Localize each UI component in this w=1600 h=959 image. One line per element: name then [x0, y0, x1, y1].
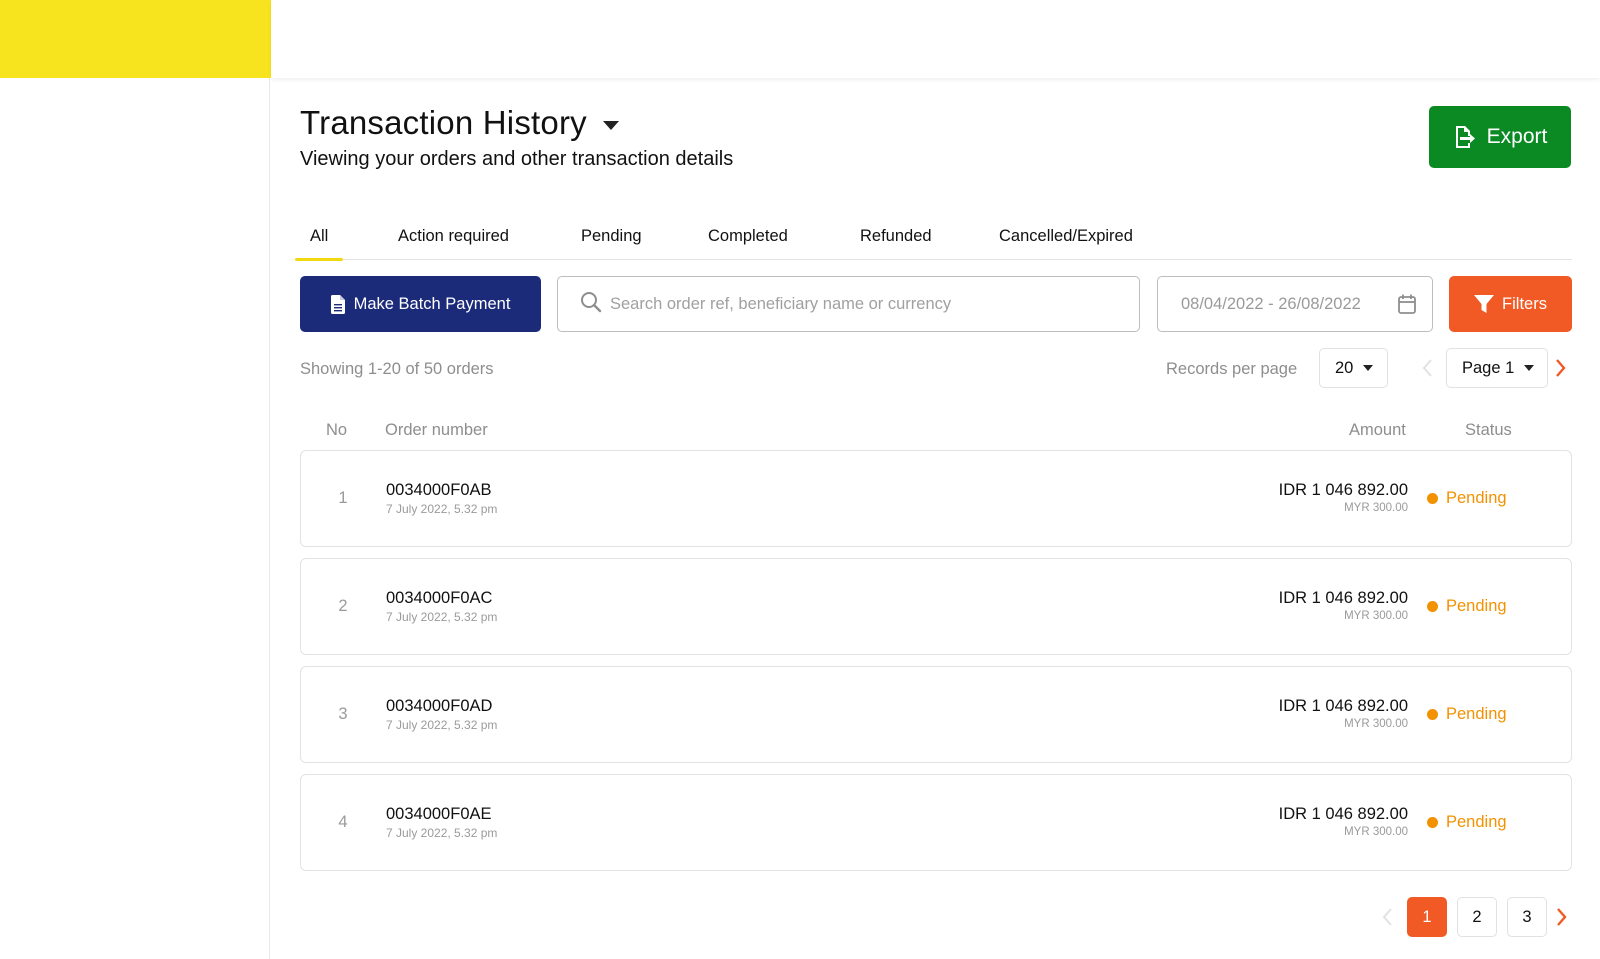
records-per-page-value: 20: [1335, 358, 1354, 377]
amount: IDR 1 046 892.00: [1278, 697, 1408, 715]
chevron-left-icon[interactable]: [1421, 358, 1433, 383]
order-date: 7 July 2022, 5.32 pm: [386, 718, 498, 732]
amount-secondary: MYR 300.00: [1344, 610, 1408, 622]
status-dot-icon: [1427, 817, 1438, 828]
filters-label: Filters: [1502, 294, 1547, 313]
tab-completed[interactable]: Completed: [708, 219, 788, 260]
status-dot-icon: [1427, 601, 1438, 612]
page-title: Transaction History: [300, 104, 587, 141]
column-header-order-number: Order number: [385, 421, 488, 439]
amount-secondary: MYR 300.00: [1344, 502, 1408, 514]
chevron-down-icon: [1524, 365, 1535, 371]
table-row[interactable]: 3 0034000F0AD 7 July 2022, 5.32 pm IDR 1…: [300, 666, 1572, 763]
showing-count: Showing 1-20 of 50 orders: [300, 360, 494, 378]
page-subtitle: Viewing your orders and other transactio…: [300, 148, 734, 170]
brand-logo-block[interactable]: [0, 0, 271, 78]
tab-refunded[interactable]: Refunded: [860, 219, 932, 260]
chevron-right-icon[interactable]: [1555, 358, 1567, 383]
pagination-page-2[interactable]: 2: [1457, 897, 1497, 937]
pagination-page-3[interactable]: 3: [1507, 897, 1547, 937]
chevron-left-icon[interactable]: [1381, 907, 1393, 932]
order-number: 0034000F0AC: [386, 589, 493, 607]
status-label: Pending: [1446, 489, 1507, 507]
amount-secondary: MYR 300.00: [1344, 826, 1408, 838]
tab-all[interactable]: All: [294, 219, 344, 261]
status-dot-icon: [1427, 709, 1438, 720]
order-date: 7 July 2022, 5.32 pm: [386, 610, 498, 624]
make-batch-payment-button[interactable]: Make Batch Payment: [300, 276, 541, 332]
row-number: 2: [338, 597, 348, 615]
status-badge: Pending: [1427, 813, 1507, 832]
document-icon: [330, 294, 345, 314]
title-row: Transaction History: [300, 104, 619, 142]
row-number: 4: [338, 813, 348, 831]
column-header-status: Status: [1465, 421, 1512, 439]
tab-pending[interactable]: Pending: [581, 219, 642, 260]
amount: IDR 1 046 892.00: [1278, 481, 1408, 499]
status-tabs: All Action required Pending Completed Re…: [294, 219, 1572, 261]
chevron-down-icon: [1363, 365, 1374, 371]
batch-payment-label: Make Batch Payment: [353, 294, 511, 313]
calendar-icon: [1398, 294, 1416, 319]
filters-button[interactable]: Filters: [1449, 276, 1572, 332]
export-button[interactable]: Export: [1429, 106, 1571, 168]
status-badge: Pending: [1427, 705, 1507, 724]
sidebar: [0, 0, 271, 959]
status-label: Pending: [1446, 597, 1507, 615]
amount: IDR 1 046 892.00: [1278, 805, 1408, 823]
row-number: 3: [338, 705, 348, 723]
records-per-page-select[interactable]: 20: [1319, 348, 1388, 388]
amount-secondary: MYR 300.00: [1344, 718, 1408, 730]
order-number: 0034000F0AB: [386, 481, 492, 499]
column-header-amount: Amount: [1349, 421, 1406, 439]
amount: IDR 1 046 892.00: [1278, 589, 1408, 607]
page-select-value: Page 1: [1462, 358, 1515, 377]
search-box[interactable]: [557, 276, 1140, 332]
table-row[interactable]: 4 0034000F0AE 7 July 2022, 5.32 pm IDR 1…: [300, 774, 1572, 871]
status-badge: Pending: [1427, 489, 1507, 508]
order-number: 0034000F0AD: [386, 697, 493, 715]
page-select[interactable]: Page 1: [1446, 348, 1548, 388]
date-range-value: 08/04/2022 - 26/08/2022: [1181, 294, 1361, 313]
table-row[interactable]: 1 0034000F0AB 7 July 2022, 5.32 pm IDR 1…: [300, 450, 1572, 547]
status-badge: Pending: [1427, 597, 1507, 616]
status-dot-icon: [1427, 493, 1438, 504]
top-bar: [271, 0, 1600, 78]
order-number: 0034000F0AE: [386, 805, 492, 823]
column-header-no: No: [326, 421, 348, 439]
export-label: Export: [1486, 125, 1548, 148]
order-date: 7 July 2022, 5.32 pm: [386, 826, 498, 840]
date-range-picker[interactable]: 08/04/2022 - 26/08/2022: [1157, 276, 1433, 332]
tab-cancelled-expired[interactable]: Cancelled/Expired: [999, 219, 1133, 260]
pagination-page-1[interactable]: 1: [1407, 897, 1447, 937]
file-export-icon: [1453, 125, 1477, 149]
status-label: Pending: [1446, 705, 1507, 723]
order-date: 7 July 2022, 5.32 pm: [386, 502, 498, 516]
funnel-icon: [1474, 295, 1495, 313]
chevron-right-icon[interactable]: [1556, 907, 1568, 932]
search-input[interactable]: [610, 294, 1130, 314]
table-row[interactable]: 2 0034000F0AC 7 July 2022, 5.32 pm IDR 1…: [300, 558, 1572, 655]
title-dropdown-caret-icon[interactable]: [602, 120, 619, 130]
status-label: Pending: [1446, 813, 1507, 831]
tab-action-required[interactable]: Action required: [398, 219, 509, 260]
search-icon: [580, 291, 602, 318]
row-number: 1: [338, 489, 348, 507]
records-per-page-label: Records per page: [1166, 360, 1298, 378]
